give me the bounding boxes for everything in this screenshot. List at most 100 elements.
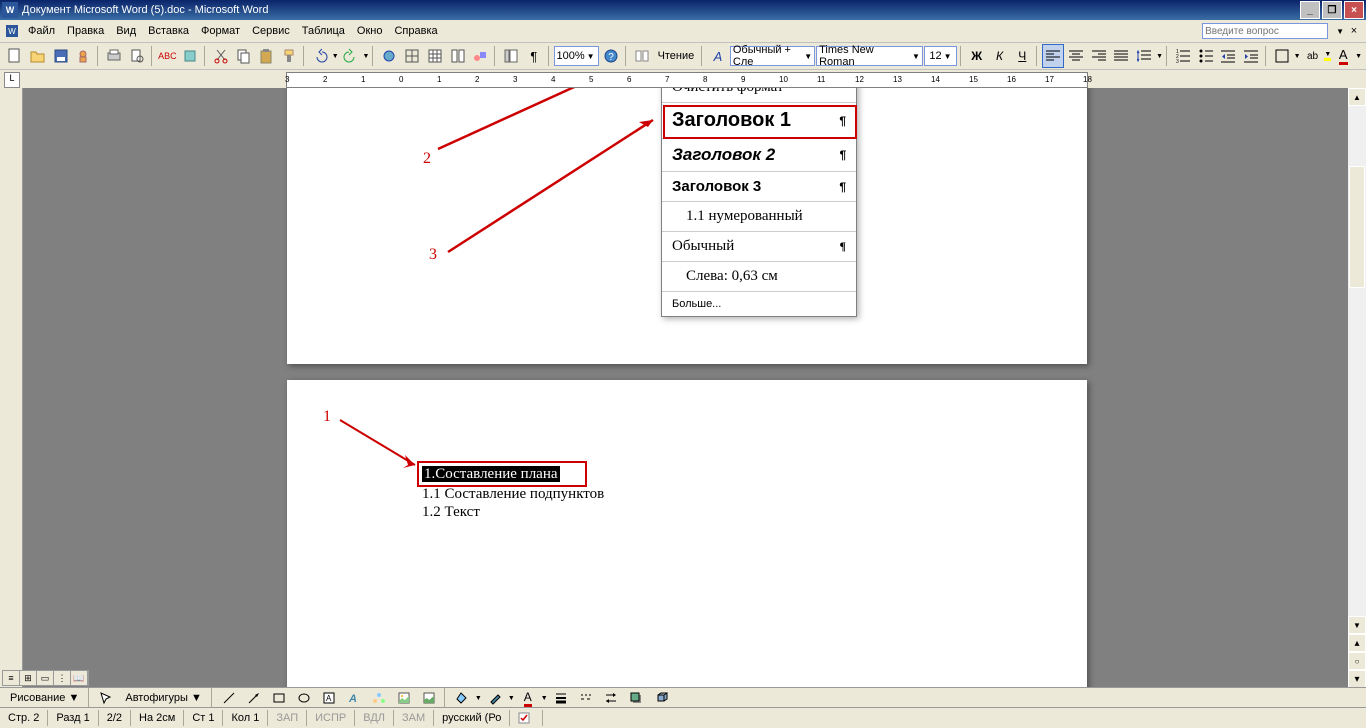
permission-button[interactable] (72, 44, 94, 68)
bold-button[interactable]: Ж (966, 44, 988, 68)
menu-format[interactable]: Формат (195, 24, 246, 38)
font-color-draw-dropdown[interactable]: ▼ (541, 695, 548, 702)
help-search-input[interactable] (1202, 23, 1328, 39)
font-color-dropdown[interactable]: ▼ (1355, 53, 1362, 60)
status-language[interactable]: русский (Ро (434, 710, 510, 726)
menu-table[interactable]: Таблица (296, 24, 351, 38)
doc-close-button[interactable]: × (1348, 25, 1360, 37)
decrease-indent-button[interactable] (1217, 44, 1239, 68)
align-right-button[interactable] (1088, 44, 1110, 68)
scroll-up-button[interactable]: ▲ (1348, 88, 1366, 106)
tables-borders-button[interactable] (401, 44, 423, 68)
font-combo[interactable]: Times New Roman▼ (816, 46, 923, 66)
menu-view[interactable]: Вид (110, 24, 142, 38)
status-spellcheck-icon[interactable] (510, 710, 543, 726)
menu-file[interactable]: Файл (22, 24, 61, 38)
help-button[interactable]: ? (600, 44, 622, 68)
status-track[interactable]: ИСПР (307, 710, 355, 726)
print-view-button[interactable]: ▭ (37, 671, 54, 685)
status-record[interactable]: ЗАП (268, 710, 307, 726)
increase-indent-button[interactable] (1240, 44, 1262, 68)
scroll-down-button[interactable]: ▼ (1348, 616, 1366, 634)
style-heading-2[interactable]: Заголовок 2¶ (662, 139, 856, 172)
web-view-button[interactable]: ⊞ (20, 671, 37, 685)
drawing-menu[interactable]: Рисование ▼ (4, 690, 85, 706)
menu-window[interactable]: Окно (351, 24, 389, 38)
select-browse-button[interactable]: ○ (1348, 652, 1366, 670)
style-combo[interactable]: Обычный + Сле▼ (730, 46, 815, 66)
underline-button[interactable]: Ч (1011, 44, 1033, 68)
borders-dropdown[interactable]: ▼ (1294, 53, 1301, 60)
print-button[interactable] (103, 44, 125, 68)
style-heading-3[interactable]: Заголовок 3¶ (662, 172, 856, 202)
borders-button[interactable] (1271, 44, 1293, 68)
tab-selector[interactable]: L (4, 72, 20, 88)
undo-dropdown[interactable]: ▼ (332, 53, 339, 60)
line-spacing-button[interactable] (1133, 44, 1155, 68)
bullet-list-button[interactable] (1195, 44, 1217, 68)
doc-line-3[interactable]: 1.2 Текст (422, 504, 480, 521)
font-color-button[interactable]: A (1332, 44, 1354, 68)
styles-pane-button[interactable]: A (707, 44, 729, 68)
horizontal-ruler[interactable]: 3210123456789101112131415161718 (24, 70, 1348, 88)
restore-button[interactable]: ❐ (1322, 1, 1342, 19)
style-clear-format[interactable]: Очистить формат (662, 88, 856, 103)
reading-button[interactable]: Чтение (654, 50, 699, 62)
menu-edit[interactable]: Правка (61, 24, 110, 38)
show-paragraph-button[interactable]: ¶ (523, 44, 545, 68)
next-page-button[interactable]: ▾ (1348, 670, 1366, 688)
doc-map-button[interactable] (500, 44, 522, 68)
print-preview-button[interactable] (126, 44, 148, 68)
style-normal[interactable]: Обычный¶ (662, 232, 856, 262)
help-dropdown-arrow[interactable]: ▼ (1336, 27, 1344, 36)
menu-insert[interactable]: Вставка (142, 24, 195, 38)
undo-button[interactable] (309, 44, 331, 68)
insert-table-button[interactable] (424, 44, 446, 68)
status-ovr[interactable]: ЗАМ (394, 710, 434, 726)
vertical-ruler[interactable] (0, 88, 23, 688)
highlight-dropdown[interactable]: ▼ (1324, 51, 1331, 61)
status-ext[interactable]: ВДЛ (355, 710, 394, 726)
columns-button[interactable] (447, 44, 469, 68)
scroll-track[interactable] (1348, 106, 1366, 616)
scroll-thumb[interactable] (1349, 166, 1365, 288)
reading-view-button[interactable]: 📖 (71, 671, 88, 685)
minimize-button[interactable]: _ (1300, 1, 1320, 19)
align-left-button[interactable] (1042, 44, 1064, 68)
save-button[interactable] (50, 44, 72, 68)
cut-button[interactable] (210, 44, 232, 68)
style-more[interactable]: Больше... (662, 292, 856, 316)
zoom-combo[interactable]: 100%▼ (554, 46, 600, 66)
vertical-scrollbar[interactable]: ▲ ▼ ▴ ○ ▾ (1348, 88, 1366, 688)
paste-button[interactable] (256, 44, 278, 68)
numbered-list-button[interactable]: 123 (1172, 44, 1194, 68)
reading-icon[interactable] (631, 44, 653, 68)
close-button[interactable]: × (1344, 1, 1364, 19)
hyperlink-button[interactable] (378, 44, 400, 68)
format-painter-button[interactable] (278, 44, 300, 68)
align-center-button[interactable] (1065, 44, 1087, 68)
spellcheck-button[interactable]: ABC (156, 44, 178, 68)
new-doc-button[interactable] (4, 44, 26, 68)
outline-view-button[interactable]: ⋮ (54, 671, 71, 685)
menu-help[interactable]: Справка (388, 24, 443, 38)
style-indent[interactable]: Слева: 0,63 см (662, 262, 856, 292)
drawing-toolbar-button[interactable] (469, 44, 491, 68)
copy-button[interactable] (233, 44, 255, 68)
line-color-dropdown[interactable]: ▼ (508, 695, 515, 702)
normal-view-button[interactable]: ≡ (3, 671, 20, 685)
doc-line-2[interactable]: 1.1 Составление подпунктов (422, 486, 604, 503)
menu-tools[interactable]: Сервис (246, 24, 296, 38)
align-justify-button[interactable] (1110, 44, 1132, 68)
font-size-combo[interactable]: 12▼ (924, 46, 957, 66)
redo-button[interactable] (340, 44, 362, 68)
autoshapes-menu[interactable]: Автофигуры ▼ (119, 690, 208, 706)
document-area[interactable]: 1.Составление плана 1.1 Составление подп… (23, 88, 1348, 688)
research-button[interactable] (179, 44, 201, 68)
open-button[interactable] (27, 44, 49, 68)
redo-dropdown[interactable]: ▼ (363, 53, 370, 60)
italic-button[interactable]: К (989, 44, 1011, 68)
highlight-button[interactable]: ab (1302, 44, 1324, 68)
style-numbered[interactable]: 1.1 нумерованный (662, 202, 856, 232)
prev-page-button[interactable]: ▴ (1348, 634, 1366, 652)
